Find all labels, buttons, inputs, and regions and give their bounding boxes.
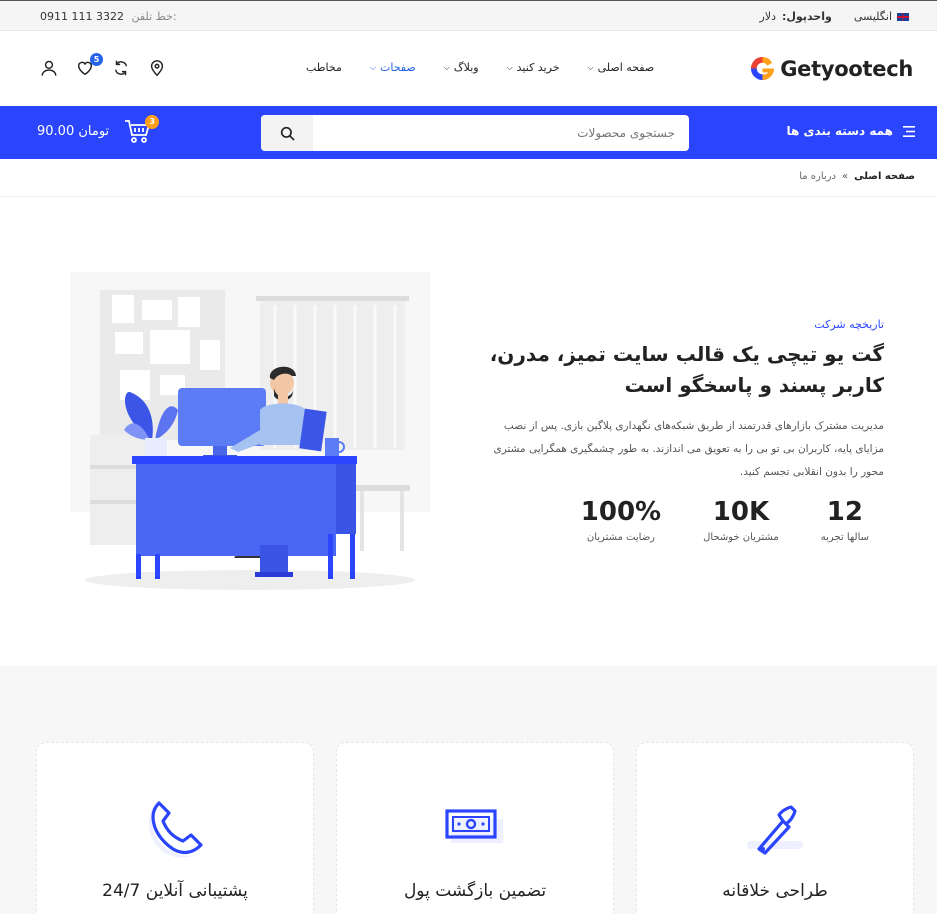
chevron-down-icon: ⌵: [369, 62, 376, 72]
phone-label: خط تلفن:: [131, 10, 177, 23]
feature-title: طراحی خلاقانه: [722, 881, 828, 901]
search-box: [261, 115, 689, 151]
phone-icon: [149, 799, 203, 858]
top-bar: 0911 111 3322 خط تلفن: انگلیسی واحدپول: د…: [0, 0, 937, 31]
feature-card-money-back: تضمین بازگشت پول: [336, 742, 614, 914]
chevron-down-icon: ⌵: [443, 62, 450, 72]
wishlist-button[interactable]: 5: [76, 53, 103, 79]
logo-mark-icon: [751, 56, 775, 81]
main-header: Getyootech صفحه اصلی ⌵ خرید کنید ⌵ وبلاگ ⌵ …: [0, 31, 937, 106]
wishlist-count-badge: 5: [90, 53, 103, 66]
feature-card-design: طراحی خلاقانه: [636, 742, 914, 914]
office-illustration: [70, 272, 430, 590]
nav-item-contact[interactable]: مخاطب: [306, 61, 342, 74]
phone-info: 0911 111 3322 خط تلفن:: [40, 10, 177, 23]
breadcrumb-current: درباره ما: [799, 171, 836, 182]
cart-count-badge: 3: [145, 115, 160, 129]
stat-value: 12: [826, 497, 863, 527]
stat-customers: 10K مشتریان خوشحال: [703, 496, 779, 543]
location-pin-icon: [150, 60, 164, 77]
language-switcher[interactable]: انگلیسی: [854, 10, 909, 23]
search-input[interactable]: [313, 115, 689, 151]
about-headline: گت یو تیچی یک قالب سایت تمیز، مدرن، کارب…: [489, 342, 884, 397]
nav-item-pages[interactable]: صفحات ⌵: [370, 61, 416, 74]
nav-label: وبلاگ: [453, 61, 479, 74]
stat-value: 100%: [580, 497, 662, 527]
brush-icon: [747, 805, 803, 855]
breadcrumb: صفحه اصلی » درباره ما: [0, 159, 937, 197]
nav-item-blog[interactable]: وبلاگ ⌵: [444, 61, 479, 74]
category-search-bar: همه دسته بندی ها 90.00 تومان 3: [0, 106, 937, 159]
section-kicker: تاریخچه شرکت: [814, 318, 884, 331]
breadcrumb-home[interactable]: صفحه اصلی: [854, 171, 915, 182]
top-bar-settings: انگلیسی واحدپول: دلار: [760, 10, 909, 23]
features-section: طراحی خلاقانه تضمین بازگشت پول پشتیبانی …: [0, 666, 937, 914]
currency-switcher[interactable]: واحدپول: دلار: [760, 10, 832, 23]
nav-item-shop[interactable]: خرید کنید ⌵: [507, 61, 560, 74]
currency-label: واحدپول:: [781, 10, 832, 23]
stat-value: 10K: [712, 497, 770, 527]
about-body: مدیریت مشترک بازارهای قدرتمند از طریق شب…: [493, 420, 885, 478]
feature-card-support: پشتیبانی آنلاین 24/7: [36, 742, 314, 914]
uk-flag-icon: [897, 13, 909, 21]
user-icon: [41, 60, 57, 76]
feature-title: پشتیبانی آنلاین 24/7: [102, 881, 248, 901]
store-locator-button[interactable]: [148, 59, 168, 79]
money-icon: [445, 809, 503, 843]
all-categories-button[interactable]: همه دسته بندی ها: [787, 124, 915, 138]
stats-row: 12 سالها تجربه 10K مشتریان خوشحال 100% ر…: [581, 496, 869, 543]
nav-label: صفحات: [379, 61, 416, 74]
nav-label: صفحه اصلی: [597, 61, 655, 74]
search-button[interactable]: [261, 115, 313, 151]
cart-button[interactable]: 90.00 تومان 3: [37, 115, 160, 145]
stat-label: رضایت مشتریان: [586, 532, 656, 543]
logo-text: Getyootech: [780, 56, 913, 81]
stat-satisfaction: 100% رضایت مشتریان: [581, 496, 661, 543]
breadcrumb-separator-icon: »: [841, 171, 849, 182]
feature-title: تضمین بازگشت پول: [403, 881, 547, 901]
phone-number[interactable]: 0911 111 3322: [40, 10, 124, 23]
nav-label: مخاطب: [306, 61, 342, 74]
nav-item-home[interactable]: صفحه اصلی ⌵: [588, 61, 655, 74]
refresh-icon: [114, 60, 128, 76]
header-actions: 5: [40, 53, 168, 79]
stat-experience: 12 سالها تجربه: [821, 496, 869, 543]
chevron-down-icon: ⌵: [506, 62, 513, 72]
stat-label: مشتریان خوشحال: [703, 532, 779, 543]
currency-value: دلار: [759, 10, 776, 23]
account-button[interactable]: [40, 59, 60, 79]
language-label: انگلیسی: [853, 10, 892, 23]
cart-amount: 90.00 تومان: [37, 123, 110, 139]
cart-icon-wrap: 3: [123, 115, 160, 145]
stat-label: سالها تجربه: [820, 532, 869, 543]
menu-icon: [903, 125, 915, 137]
chevron-down-icon: ⌵: [587, 62, 594, 72]
about-content: تاریخچه شرکت گت یو تیچی یک قالب سایت تمی…: [484, 318, 884, 484]
categories-label: همه دسته بندی ها: [786, 124, 893, 138]
search-icon: [280, 126, 295, 141]
compare-button[interactable]: [112, 59, 132, 79]
site-logo[interactable]: Getyootech: [749, 55, 913, 82]
main-nav: صفحه اصلی ⌵ خرید کنید ⌵ وبلاگ ⌵ صفحات ⌵ مخاط…: [306, 61, 654, 74]
nav-label: خرید کنید: [516, 61, 560, 74]
